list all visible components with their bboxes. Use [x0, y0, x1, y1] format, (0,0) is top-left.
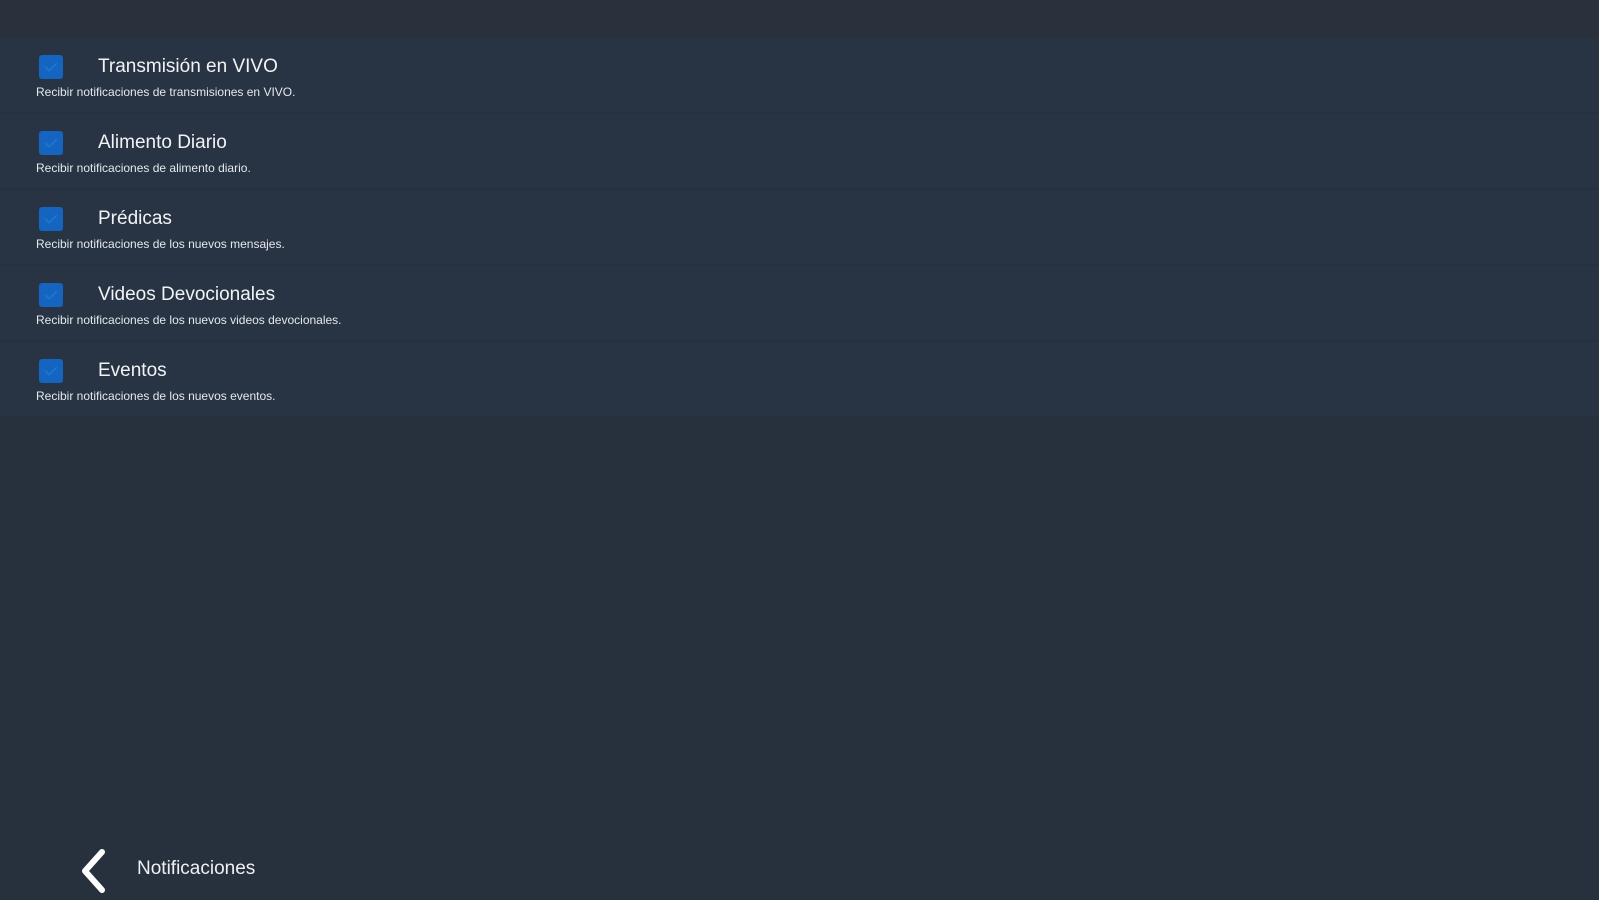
- setting-row-transmision-vivo[interactable]: Transmisión en VIVO Recibir notificacion…: [0, 38, 1599, 114]
- setting-description: Recibir notificaciones de los nuevos men…: [36, 237, 285, 251]
- setting-title: Alimento Diario: [98, 132, 227, 153]
- chevron-left-icon: [82, 849, 105, 893]
- setting-description: Recibir notificaciones de alimento diari…: [36, 161, 251, 175]
- checkbox-transmision-vivo[interactable]: [39, 55, 63, 79]
- back-button[interactable]: [72, 846, 114, 896]
- setting-description: Recibir notificaciones de transmisiones …: [36, 85, 296, 99]
- setting-row-alimento-diario[interactable]: Alimento Diario Recibir notificaciones d…: [0, 114, 1599, 190]
- checkmark-icon: [44, 214, 58, 224]
- checkmark-icon: [44, 138, 58, 148]
- checkmark-icon: [44, 290, 58, 300]
- setting-row-predicas[interactable]: Prédicas Recibir notificaciones de los n…: [0, 190, 1599, 266]
- setting-title: Eventos: [98, 360, 167, 381]
- notification-settings-list: Transmisión en VIVO Recibir notificacion…: [0, 38, 1599, 418]
- checkbox-alimento-diario[interactable]: [39, 131, 63, 155]
- setting-row-videos-devocionales[interactable]: Videos Devocionales Recibir notificacion…: [0, 266, 1599, 342]
- checkbox-predicas[interactable]: [39, 207, 63, 231]
- setting-title: Transmisión en VIVO: [98, 56, 278, 77]
- checkmark-icon: [44, 62, 58, 72]
- setting-row-eventos[interactable]: Eventos Recibir notificaciones de los nu…: [0, 342, 1599, 418]
- checkbox-videos-devocionales[interactable]: [39, 283, 63, 307]
- setting-title: Prédicas: [98, 208, 172, 229]
- setting-description: Recibir notificaciones de los nuevos eve…: [36, 389, 276, 403]
- top-strip: [0, 0, 1599, 38]
- page-title: Notificaciones: [137, 858, 256, 879]
- setting-description: Recibir notificaciones de los nuevos vid…: [36, 313, 342, 327]
- bottom-navigation-bar: Notificaciones: [0, 832, 1599, 900]
- checkbox-eventos[interactable]: [39, 359, 63, 383]
- checkmark-icon: [44, 366, 58, 376]
- setting-title: Videos Devocionales: [98, 284, 276, 305]
